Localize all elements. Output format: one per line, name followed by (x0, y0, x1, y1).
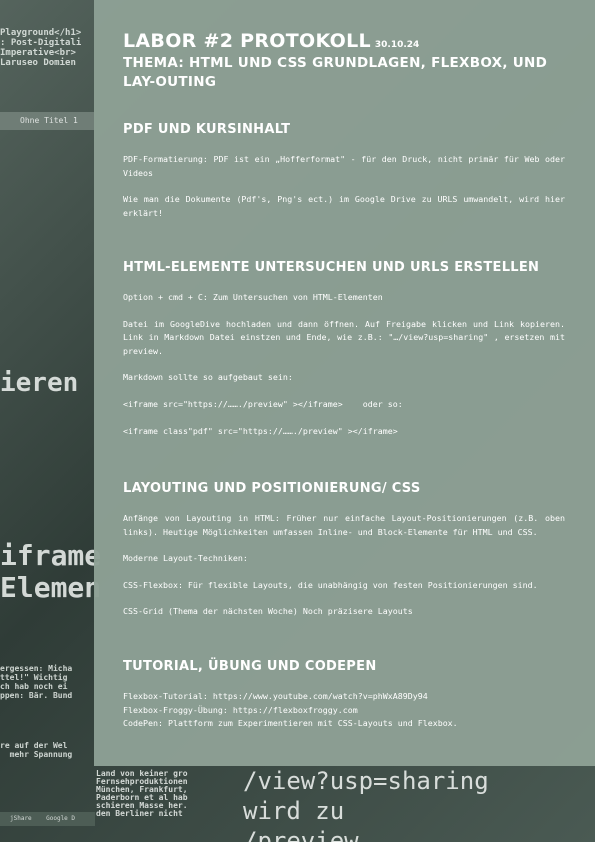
link-line[interactable]: Flexbox-Tutorial: https://www.youtube.co… (123, 690, 565, 704)
code-example: <iframe src="https://……./preview" ></ifr… (123, 398, 403, 409)
paragraph: Markdown sollte so aufgebaut sein: (123, 372, 293, 383)
section-pdf: PDF UND KURSINHALT PDF-Formatierung: PDF… (123, 122, 565, 220)
background-text-fragment: re auf der Wel mehr Spannung (0, 741, 73, 759)
background-tab-label: Ohne Titel 1 (20, 116, 78, 125)
link-line[interactable]: Flexbox-Froggy-Übung: https://flexboxfro… (123, 704, 565, 718)
background-code-fragment: Playground</h1> : Post-Digitali Imperati… (0, 28, 82, 68)
section-heading: PDF UND KURSINHALT (123, 122, 291, 137)
section-layout: LAYOUTING UND POSITIONIERUNG/ CSS Anfäng… (123, 481, 565, 619)
paragraph: PDF-Formatierung: PDF ist ein „Hofferfor… (123, 154, 565, 178)
background-text-fragment: Land von keiner gro Fernsehproduktionen … (96, 769, 188, 818)
topic-subtitle: THEMA: HTML UND CSS GRUNDLAGEN, FLEXBOX,… (123, 55, 548, 90)
background-dock-label: jShare Google D (10, 815, 76, 822)
paragraph: Datei im GoogleDive hochladen und dann ö… (123, 318, 565, 356)
document-header: LABOR #2 PROTOKOLL 30.10.24 THEMA: HTML U… (123, 30, 565, 92)
background-big-text: ieren (0, 368, 79, 398)
paragraph: Anfänge von Layouting in HTML: Früher nu… (123, 513, 565, 537)
section-heading: TUTORIAL, ÜBUNG UND CODEPEN (123, 659, 377, 674)
paragraph: Wie man die Dokumente (Pdf's, Png's ect.… (123, 194, 565, 218)
background-big-text: /view?usp=sharing wird zu /preview (243, 767, 489, 842)
link-line: CodePen: Plattform zum Experimentieren m… (123, 718, 458, 729)
paragraph: CSS-Grid (Thema der nächsten Woche) Noch… (123, 606, 413, 617)
paragraph: Option + cmd + C: Zum Untersuchen von HT… (123, 292, 383, 302)
page-title: LABOR #2 PROTOKOLL 30.10.24 (123, 30, 565, 52)
section-tutorial: TUTORIAL, ÜBUNG UND CODEPEN Flexbox-Tuto… (123, 659, 565, 731)
section-heading: HTML-ELEMENTE UNTERSUCHEN UND URLS ERSTE… (123, 260, 540, 275)
date-label: 30.10.24 (374, 40, 420, 50)
background-big-text: iframe Elemen (0, 539, 102, 604)
background-text-fragment: ergessen: Micha ttel!" Wichtig ch hab no… (0, 664, 73, 700)
code-example: <iframe class"pdf" src="https://……./prev… (123, 425, 398, 436)
paragraph: CSS-Flexbox: Für flexible Layouts, die u… (123, 579, 538, 590)
section-heading: LAYOUTING UND POSITIONIERUNG/ CSS (123, 481, 421, 496)
title-text: LABOR #2 PROTOKOLL (123, 30, 371, 52)
section-html: HTML-ELEMENTE UNTERSUCHEN UND URLS ERSTE… (123, 260, 565, 438)
paragraph: Moderne Layout-Techniken: (123, 553, 248, 564)
